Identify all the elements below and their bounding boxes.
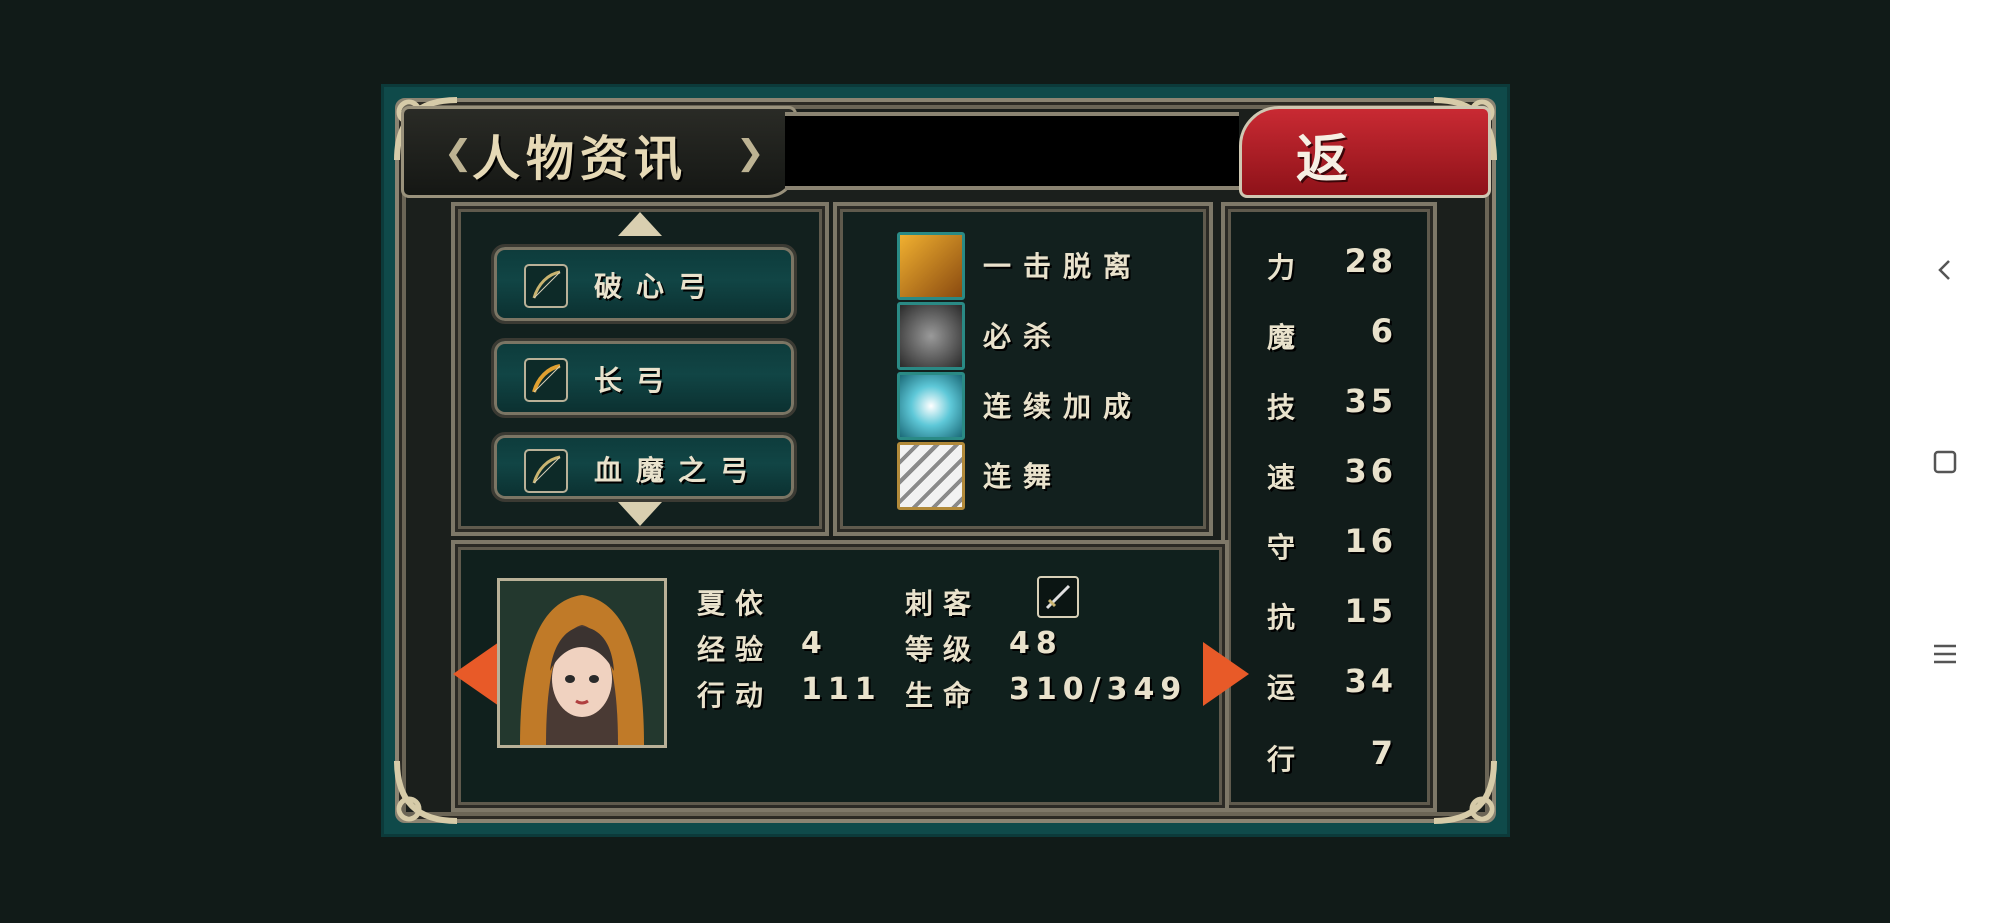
stat-name: 抗	[1267, 601, 1296, 634]
ice-burst-icon	[897, 372, 965, 440]
scroll-up-icon[interactable]	[618, 212, 662, 236]
back-button[interactable]: 返 回	[1239, 106, 1491, 265]
bow-icon	[524, 449, 568, 493]
bow-icon	[524, 358, 568, 402]
action-value: 111	[801, 672, 882, 707]
skills-panel: 一击脱离 必杀 连续加成 连舞	[833, 202, 1213, 536]
stat-name: 技	[1267, 391, 1296, 424]
equipment-item[interactable]: 破心弓	[491, 244, 797, 324]
experience-label: 经验	[697, 633, 774, 666]
previous-character-arrow-icon[interactable]	[453, 642, 499, 706]
equipment-panel: 破心弓 长弓 血魔之弓	[451, 202, 829, 536]
skill-label: 连舞	[983, 460, 1064, 493]
stat-value: 15	[1344, 592, 1397, 630]
skill-item[interactable]: 连续加成	[897, 372, 1197, 440]
hp-label: 生命	[905, 679, 982, 712]
stat-row: 行 7	[1267, 734, 1397, 776]
stat-row: 技 35	[1267, 382, 1397, 424]
stats-panel: 力 28 魔 6 技 35 速 36 守 16 抗 15 运 34 行 7	[1221, 202, 1437, 812]
character-info-window: ❮ 人物资讯 ❯ 返 回 破心弓 长弓 血魔之弓	[381, 84, 1510, 837]
title-plate: ❮ 人物资讯 ❯	[401, 106, 797, 198]
stat-value: 35	[1344, 382, 1397, 420]
scroll-ornament-icon: ❯	[736, 133, 765, 173]
stat-name: 行	[1267, 743, 1296, 776]
stat-value: 36	[1344, 452, 1397, 490]
stat-row: 守 16	[1267, 522, 1397, 564]
stat-row: 抗 15	[1267, 592, 1397, 634]
stat-value: 6	[1370, 312, 1397, 350]
scroll-down-icon[interactable]	[618, 502, 662, 526]
stat-row: 魔 6	[1267, 312, 1397, 354]
equipment-item[interactable]: 长弓	[491, 338, 797, 418]
skill-label: 连续加成	[983, 390, 1144, 423]
experience-value: 4	[801, 626, 828, 661]
bow-icon	[524, 264, 568, 308]
menu-lines-icon[interactable]	[1915, 624, 1975, 684]
equipment-label: 长弓	[594, 364, 679, 397]
slash-icon	[897, 442, 965, 510]
stat-value: 16	[1344, 522, 1397, 560]
skill-label: 一击脱离	[983, 250, 1144, 283]
message-bar	[785, 112, 1239, 190]
skill-item[interactable]: 连舞	[897, 442, 1197, 510]
stat-name: 魔	[1267, 321, 1296, 354]
stat-value: 7	[1370, 734, 1397, 772]
stat-row: 力 28	[1267, 242, 1397, 284]
equipment-item[interactable]: 血魔之弓	[491, 432, 797, 502]
stat-row: 速 36	[1267, 452, 1397, 494]
equipment-label: 血魔之弓	[594, 454, 763, 487]
character-name: 夏依	[697, 587, 774, 620]
hp-value: 310/349	[1009, 672, 1188, 707]
square-icon[interactable]	[1915, 432, 1975, 492]
skill-label: 必杀	[983, 320, 1064, 353]
stat-value: 28	[1344, 242, 1397, 280]
page-title: 人物资讯	[472, 131, 689, 187]
character-panel: 夏依 刺客 经验 4 等级 48 行动 111 生命 310/349	[451, 540, 1249, 812]
chevron-left-icon[interactable]	[1915, 240, 1975, 300]
action-label: 行动	[697, 679, 774, 712]
next-character-arrow-icon[interactable]	[1203, 642, 1249, 706]
level-value: 48	[1009, 626, 1063, 661]
stat-name: 速	[1267, 461, 1296, 494]
character-class: 刺客	[905, 587, 982, 620]
character-portrait	[497, 578, 667, 748]
dragon-strike-icon	[897, 232, 965, 300]
equipment-label: 破心弓	[594, 270, 721, 303]
stat-name: 守	[1267, 531, 1296, 564]
stat-name: 力	[1267, 251, 1296, 284]
skill-item[interactable]: 必杀	[897, 302, 1197, 370]
stat-name: 运	[1267, 671, 1296, 704]
scroll-ornament-icon: ❮	[444, 133, 473, 173]
system-navigation-bar	[1890, 0, 2000, 923]
level-label: 等级	[905, 633, 982, 666]
stat-value: 34	[1344, 662, 1397, 700]
dagger-icon	[1037, 576, 1079, 618]
stat-row: 运 34	[1267, 662, 1397, 704]
demon-mask-icon	[897, 302, 965, 370]
skill-item[interactable]: 一击脱离	[897, 232, 1197, 300]
